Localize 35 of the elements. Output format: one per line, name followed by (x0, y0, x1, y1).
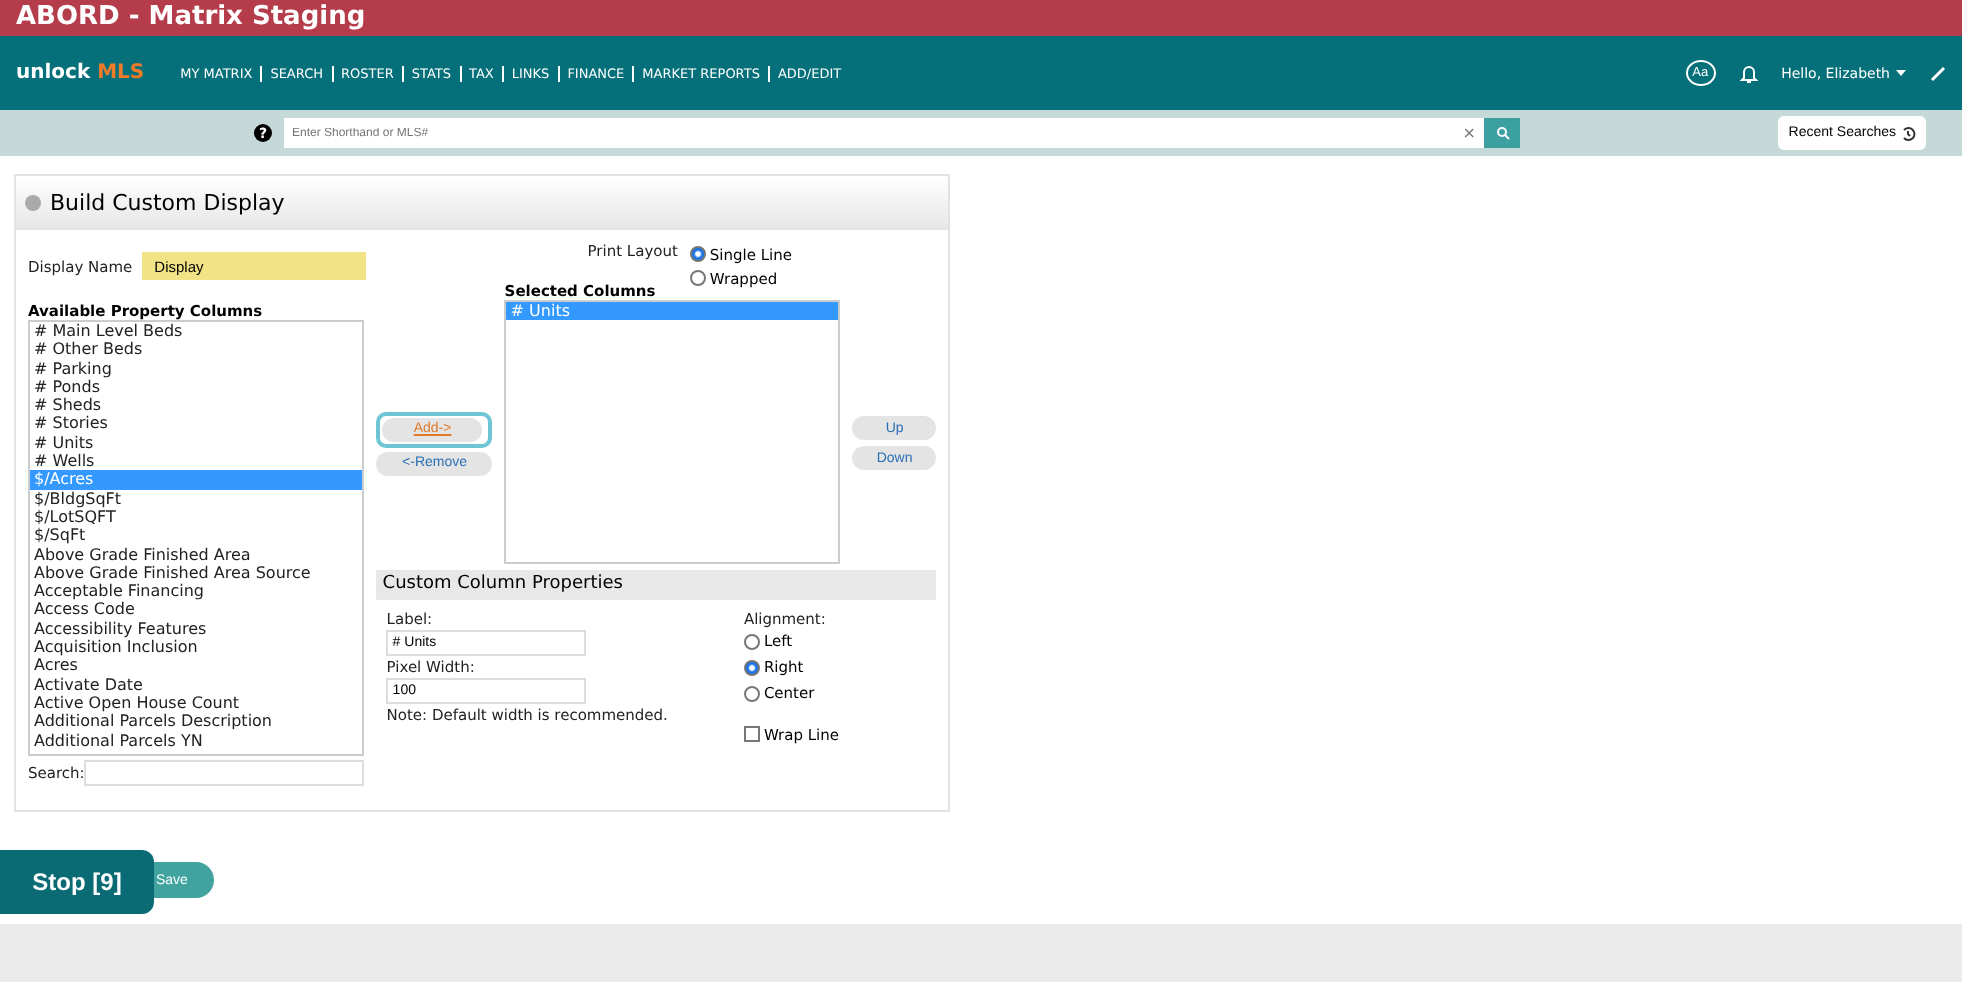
list-item[interactable]: Activate Date (30, 675, 363, 694)
window-title: ABORD - Matrix Staging (0, 0, 1962, 36)
list-item[interactable]: Additional Parcels YN (30, 731, 363, 750)
list-item[interactable]: Access Code (30, 600, 363, 620)
search-icon (1495, 126, 1509, 140)
properties-header: Custom Column Properties (376, 570, 937, 600)
list-item[interactable]: # Other Beds (30, 340, 363, 360)
list-item[interactable]: Above Grade Finished Area Source (30, 563, 363, 583)
list-item[interactable]: Additional Parcels Description (30, 712, 363, 732)
list-item[interactable]: Above Grade Finished Area (30, 545, 363, 564)
caret-icon (1896, 70, 1906, 76)
search-button[interactable] (1484, 118, 1520, 148)
list-item[interactable]: Accessibility Features (30, 619, 363, 639)
panel-title: Build Custom Display (50, 190, 285, 216)
list-item[interactable]: # Main Level Beds (30, 322, 363, 341)
list-item[interactable]: $/BldgSqFt (30, 489, 363, 508)
list-item[interactable]: Acquisition Inclusion (30, 638, 363, 657)
list-item[interactable]: # Stories (30, 414, 363, 434)
bell-icon[interactable] (1739, 63, 1758, 83)
column-search-field[interactable] (84, 760, 365, 786)
stop-button[interactable]: Stop [9] (0, 850, 154, 914)
list-item[interactable]: $/LotSQFT (30, 507, 363, 527)
list-item[interactable]: $/SqFt (30, 526, 363, 546)
list-item[interactable]: # Parking (30, 359, 363, 378)
logo: unlock MLS (16, 62, 145, 84)
list-item[interactable]: Active Open House Count (30, 693, 363, 713)
list-item[interactable]: # Units (30, 433, 363, 453)
list-item[interactable]: Acceptable Financing (30, 582, 363, 601)
pen-icon[interactable] (1930, 65, 1946, 81)
list-item[interactable]: # Sheds (30, 396, 363, 415)
list-item[interactable]: # Ponds (30, 377, 363, 397)
list-item[interactable]: Acres (30, 656, 363, 676)
clear-button[interactable]: × (1462, 124, 1476, 142)
history-icon (1900, 125, 1916, 141)
list-item[interactable]: # Wells (30, 452, 363, 471)
